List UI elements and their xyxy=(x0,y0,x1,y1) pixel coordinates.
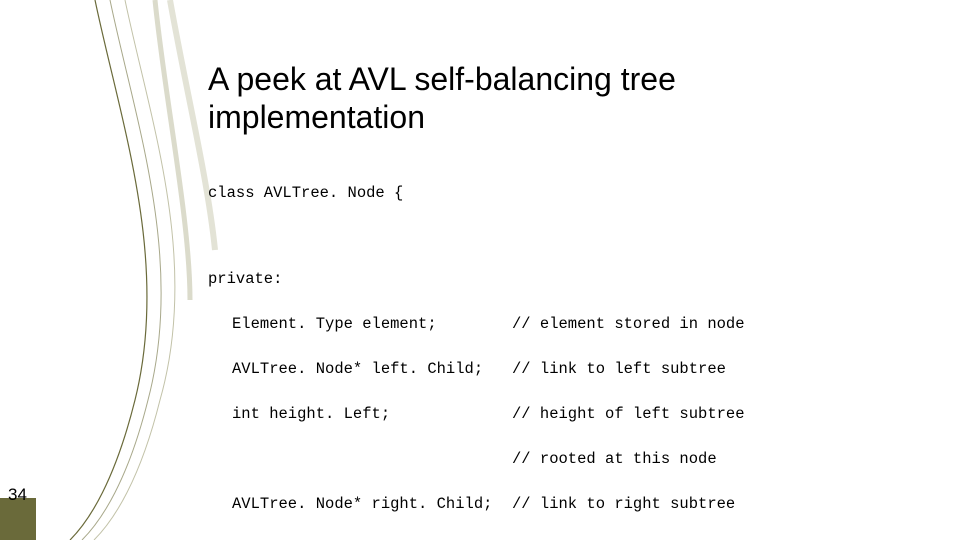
code-line: class AVLTree. Node { xyxy=(208,182,754,204)
code-comment: // element stored in node xyxy=(512,313,745,335)
code-line: private: xyxy=(208,268,754,290)
page-number: 34 xyxy=(8,485,27,505)
slide-title: A peek at AVL self-balancing tree implem… xyxy=(208,60,676,137)
code-comment: // link to right subtree xyxy=(512,493,735,515)
code-comment: // link to left subtree xyxy=(512,358,726,380)
code-decl: Element. Type element; xyxy=(208,313,512,335)
title-line-2: implementation xyxy=(208,99,425,135)
code-decl: AVLTree. Node* right. Child; xyxy=(208,493,512,515)
code-decl: AVLTree. Node* left. Child; xyxy=(208,358,512,380)
code-comment: // height of left subtree xyxy=(512,403,745,425)
title-line-1: A peek at AVL self-balancing tree xyxy=(208,61,676,97)
decorative-curve xyxy=(40,0,220,540)
code-comment: // rooted at this node xyxy=(512,448,717,470)
code-decl: int height. Left; xyxy=(208,403,512,425)
code-block: class AVLTree. Node { private: Element. … xyxy=(208,160,754,540)
slide: A peek at AVL self-balancing tree implem… xyxy=(0,0,960,540)
